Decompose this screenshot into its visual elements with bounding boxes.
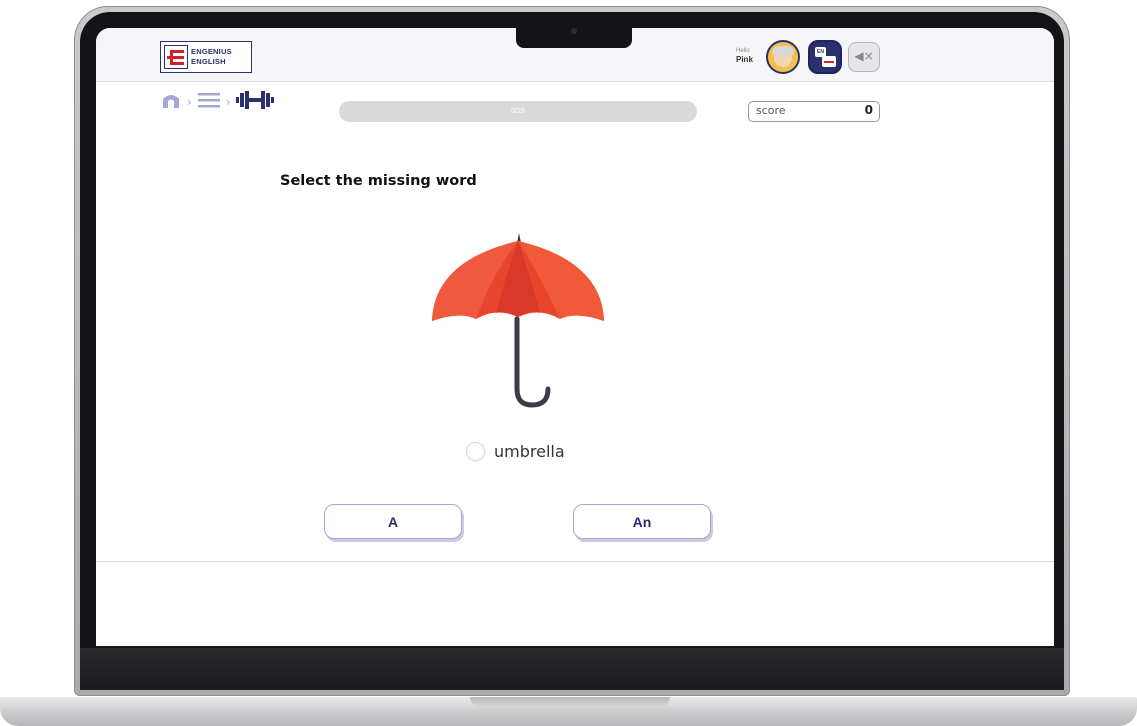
- laptop-chin: [80, 648, 1064, 690]
- engenius-logo[interactable]: ENGENIUS ENGLISH: [160, 41, 252, 73]
- dumbbell-icon[interactable]: [235, 90, 274, 114]
- home-icon[interactable]: [160, 91, 182, 113]
- laptop-base: [0, 697, 1137, 726]
- menu-icon[interactable]: [197, 91, 221, 113]
- breadcrumb-separator: ›: [225, 95, 231, 109]
- language-button[interactable]: EN: [808, 40, 842, 74]
- progress-text: 0/23: [511, 108, 525, 115]
- greeting: Hello Pink: [736, 48, 753, 65]
- base-opening: [470, 697, 670, 707]
- camera-notch: [516, 24, 632, 48]
- logo-mark-icon: [164, 45, 188, 69]
- sound-muted-icon: ◀×: [854, 49, 874, 63]
- word-row: umbrella: [466, 442, 565, 461]
- audio-radio[interactable]: [466, 442, 485, 461]
- camera-icon: [571, 28, 577, 34]
- question-instruction: Select the missing word: [280, 173, 477, 189]
- score-value: 0: [864, 103, 873, 117]
- logo-text: ENGENIUS ENGLISH: [191, 47, 232, 67]
- score-box: score 0: [748, 101, 880, 122]
- greeting-hello: Hello: [736, 48, 750, 54]
- progress-bar: 0/23: [339, 101, 697, 122]
- answer-button-an[interactable]: An: [573, 504, 711, 539]
- avatar[interactable]: [766, 40, 800, 74]
- target-word: umbrella: [494, 442, 565, 461]
- breadcrumb: › ›: [160, 90, 274, 114]
- footer-divider: [96, 561, 1054, 562]
- answer-button-a[interactable]: A: [324, 504, 462, 539]
- translate-icon: [822, 56, 836, 67]
- logo-line-1: ENGENIUS: [191, 47, 232, 56]
- score-label: score: [756, 104, 786, 117]
- laptop-screen: ENGENIUS ENGLISH Hello Pink EN ◀× › › 0/…: [96, 28, 1054, 646]
- greeting-name: Pink: [736, 55, 753, 64]
- avatar-hair: [772, 46, 794, 55]
- umbrella-illustration: [426, 231, 611, 415]
- breadcrumb-separator: ›: [187, 95, 192, 109]
- sound-muted-button[interactable]: ◀×: [848, 42, 880, 72]
- logo-line-2: ENGLISH: [191, 57, 226, 66]
